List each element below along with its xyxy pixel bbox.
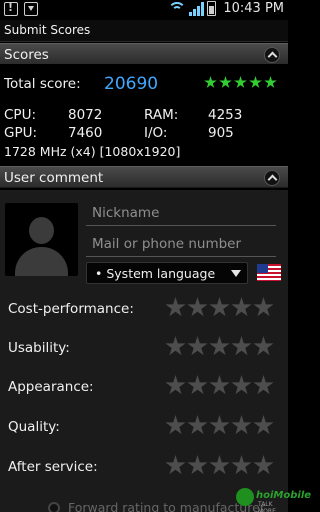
star-icon[interactable] xyxy=(187,455,208,475)
total-score-value: 20690 xyxy=(104,74,159,94)
forward-rating-option[interactable]: Forward rating to manufacturer xyxy=(48,500,265,512)
watermark-logo: hoiMobile TALK MORE xyxy=(236,484,311,512)
device-info: 1728 MHz (x4) [1080x1920] xyxy=(4,144,181,159)
star-icon[interactable] xyxy=(209,455,230,475)
star-icon[interactable] xyxy=(165,415,186,435)
watermark-circle-icon xyxy=(236,488,254,506)
star-icon[interactable] xyxy=(253,297,274,317)
star-icon[interactable] xyxy=(253,415,274,435)
avatar-body-icon xyxy=(15,247,68,276)
rating-stars-appearance[interactable] xyxy=(165,375,274,396)
us-flag-icon[interactable] xyxy=(257,264,281,281)
cpu-label: CPU: xyxy=(4,107,36,123)
star-icon[interactable] xyxy=(187,415,208,435)
clock: 10:43 PM xyxy=(223,1,284,16)
nickname-input[interactable] xyxy=(86,200,276,225)
forward-rating-radio[interactable] xyxy=(48,501,60,512)
star-icon[interactable] xyxy=(209,297,230,317)
language-value: • System language xyxy=(95,266,216,281)
rating-stars-after-service[interactable] xyxy=(165,455,274,476)
rating-stars-cost-performance[interactable] xyxy=(165,297,274,318)
scores-panel: Total score: 20690 CPU: 8072 RAM: 4253 G… xyxy=(0,64,288,166)
cpu-value: 8072 xyxy=(68,107,103,123)
collapse-comment-icon[interactable] xyxy=(264,170,280,186)
wifi-icon xyxy=(168,1,187,16)
rating-label-quality: Quality: xyxy=(8,419,60,435)
star-icon[interactable] xyxy=(165,297,186,317)
star-icon[interactable] xyxy=(187,297,208,317)
ram-value: 4253 xyxy=(208,107,243,123)
star-icon[interactable] xyxy=(165,375,186,395)
user-comment-section-header[interactable]: User comment xyxy=(0,166,288,188)
star-icon[interactable] xyxy=(253,336,274,356)
rating-stars-quality[interactable] xyxy=(165,415,274,436)
star-icon[interactable] xyxy=(231,336,252,356)
contact-field-wrap xyxy=(86,231,276,257)
rating-stars-usability[interactable] xyxy=(165,336,274,357)
chevron-down-icon xyxy=(231,270,241,277)
star-icon[interactable] xyxy=(209,336,230,356)
star-icon[interactable] xyxy=(165,336,186,356)
star-icon xyxy=(219,76,232,88)
star-icon[interactable] xyxy=(253,375,274,395)
language-select[interactable]: • System language xyxy=(86,262,248,284)
star-icon[interactable] xyxy=(165,455,186,475)
score-star-rating xyxy=(204,76,277,89)
watermark-line2: TALK MORE xyxy=(258,501,276,512)
download-icon xyxy=(24,2,38,16)
gpu-label: GPU: xyxy=(4,125,38,141)
contact-input[interactable] xyxy=(86,231,276,256)
star-icon[interactable] xyxy=(231,415,252,435)
warning-icon xyxy=(4,1,18,16)
io-value: 905 xyxy=(208,125,234,141)
page-title: Submit Scores xyxy=(4,23,91,37)
star-icon xyxy=(204,76,217,88)
total-score-label: Total score: xyxy=(4,76,81,92)
scores-section-label: Scores xyxy=(4,47,49,63)
avatar[interactable] xyxy=(5,203,78,276)
star-icon[interactable] xyxy=(253,455,274,475)
star-icon[interactable] xyxy=(231,297,252,317)
star-icon[interactable] xyxy=(187,336,208,356)
star-icon[interactable] xyxy=(231,455,252,475)
star-icon xyxy=(264,76,277,88)
rating-label-appearance: Appearance: xyxy=(8,379,94,395)
star-icon[interactable] xyxy=(187,375,208,395)
rating-label-usability: Usability: xyxy=(8,340,70,356)
watermark-line1: hoiMobile xyxy=(256,490,312,501)
avatar-head-icon xyxy=(29,217,54,244)
battery-icon xyxy=(207,1,217,16)
collapse-scores-icon[interactable] xyxy=(264,47,280,63)
user-comment-panel: • System language Cost-performance: Usab… xyxy=(0,190,288,512)
star-icon[interactable] xyxy=(209,375,230,395)
user-comment-section-label: User comment xyxy=(4,170,104,186)
signal-icon xyxy=(189,1,205,16)
star-icon[interactable] xyxy=(209,415,230,435)
rating-label-after-service: After service: xyxy=(8,459,98,475)
scores-section-header[interactable]: Scores xyxy=(0,43,288,65)
nickname-field-wrap xyxy=(86,200,276,226)
io-label: I/O: xyxy=(144,125,168,141)
star-icon xyxy=(249,76,262,88)
star-icon[interactable] xyxy=(231,375,252,395)
ram-label: RAM: xyxy=(144,107,179,123)
gpu-value: 7460 xyxy=(68,125,103,141)
rating-label-cost-performance: Cost-performance: xyxy=(8,301,134,317)
status-bar: 10:43 PM xyxy=(0,0,288,20)
star-icon xyxy=(234,76,247,88)
title-bar: Submit Scores xyxy=(0,20,288,42)
